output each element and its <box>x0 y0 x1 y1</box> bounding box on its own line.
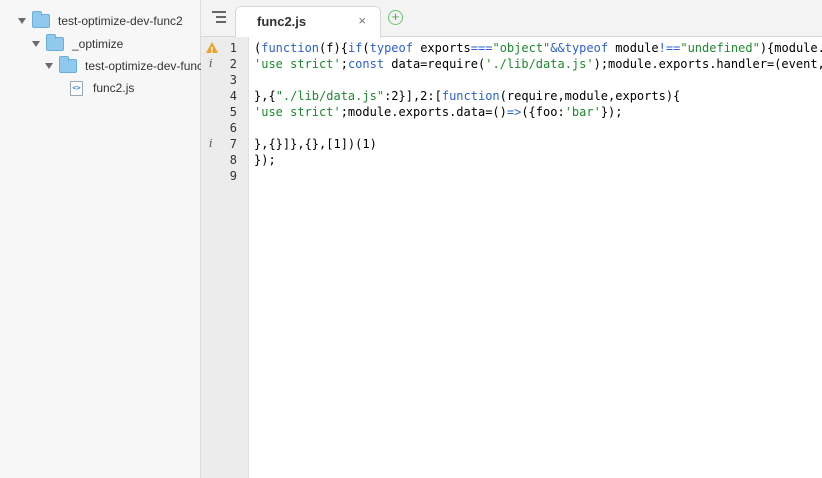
code-line-2[interactable]: 'use strict';const data=require('./lib/d… <box>254 56 822 72</box>
code-editor[interactable]: (function(f){if(typeof exports==="object… <box>254 37 822 478</box>
gutter-line: 8 <box>201 152 249 168</box>
tabs-menu-icon[interactable] <box>212 11 226 23</box>
disclosure-triangle-icon[interactable] <box>18 18 26 24</box>
line-number: 5 <box>229 105 237 119</box>
gutter-line: 3 <box>201 72 249 88</box>
folder-icon <box>46 34 64 51</box>
gutter-line: 9 <box>201 168 249 184</box>
tree-item-func2-js[interactable]: <> func2.js <box>70 78 134 98</box>
code-line-5[interactable]: 'use strict';module.exports.data=()=>({f… <box>254 104 623 120</box>
tree-item-label: func2.js <box>93 81 135 95</box>
line-number: 1 <box>229 41 237 55</box>
file-tree-sidebar: test-optimize-dev-func2 _optimize test-o… <box>0 0 203 478</box>
disclosure-triangle-icon[interactable] <box>45 63 53 69</box>
line-number: 3 <box>229 73 237 87</box>
tree-item-test-optimize-dev-func[interactable]: test-optimize-dev-func <box>45 56 203 76</box>
line-number: 9 <box>229 169 237 183</box>
line-number: 4 <box>229 89 237 103</box>
tree-item-test-optimize-dev-func2[interactable]: test-optimize-dev-func2 <box>18 11 183 31</box>
tab-func2-js[interactable]: func2.js × <box>235 6 381 38</box>
tree-item-label: _optimize <box>72 37 124 51</box>
info-icon[interactable]: i <box>209 136 213 152</box>
gutter-line: i 2 <box>201 56 249 72</box>
info-icon[interactable]: i <box>209 56 213 72</box>
folder-icon <box>59 56 77 73</box>
new-tab-button[interactable]: + <box>388 10 403 25</box>
code-line-1[interactable]: (function(f){if(typeof exports==="object… <box>254 40 822 56</box>
code-line-7[interactable]: },{}]},{},[1])(1) <box>254 136 377 152</box>
close-icon[interactable]: × <box>358 13 366 28</box>
gutter-line: 4 <box>201 88 249 104</box>
gutter-line: i 7 <box>201 136 249 152</box>
js-file-icon: <> <box>70 80 83 96</box>
tab-bar: func2.js × + <box>201 0 822 38</box>
line-number: 2 <box>229 57 237 71</box>
code-line-8[interactable]: }); <box>254 152 276 168</box>
line-number: 8 <box>229 153 237 167</box>
tree-item-label: test-optimize-dev-func <box>85 59 204 73</box>
gutter-line: 6 <box>201 120 249 136</box>
disclosure-triangle-icon[interactable] <box>32 41 40 47</box>
editor-gutter: 1 i 2 3 4 5 6 i 7 8 9 <box>201 37 249 478</box>
line-number: 6 <box>229 121 237 135</box>
warning-icon[interactable] <box>206 42 218 59</box>
line-number: 7 <box>229 137 237 151</box>
tree-item-label: test-optimize-dev-func2 <box>58 14 183 28</box>
tree-item-optimize[interactable]: _optimize <box>32 34 123 54</box>
gutter-line: 1 <box>201 40 249 59</box>
tab-title: func2.js <box>257 14 307 29</box>
gutter-line: 5 <box>201 104 249 120</box>
code-line-4[interactable]: },{"./lib/data.js":2}],2:[function(requi… <box>254 88 680 104</box>
folder-icon <box>32 11 50 28</box>
